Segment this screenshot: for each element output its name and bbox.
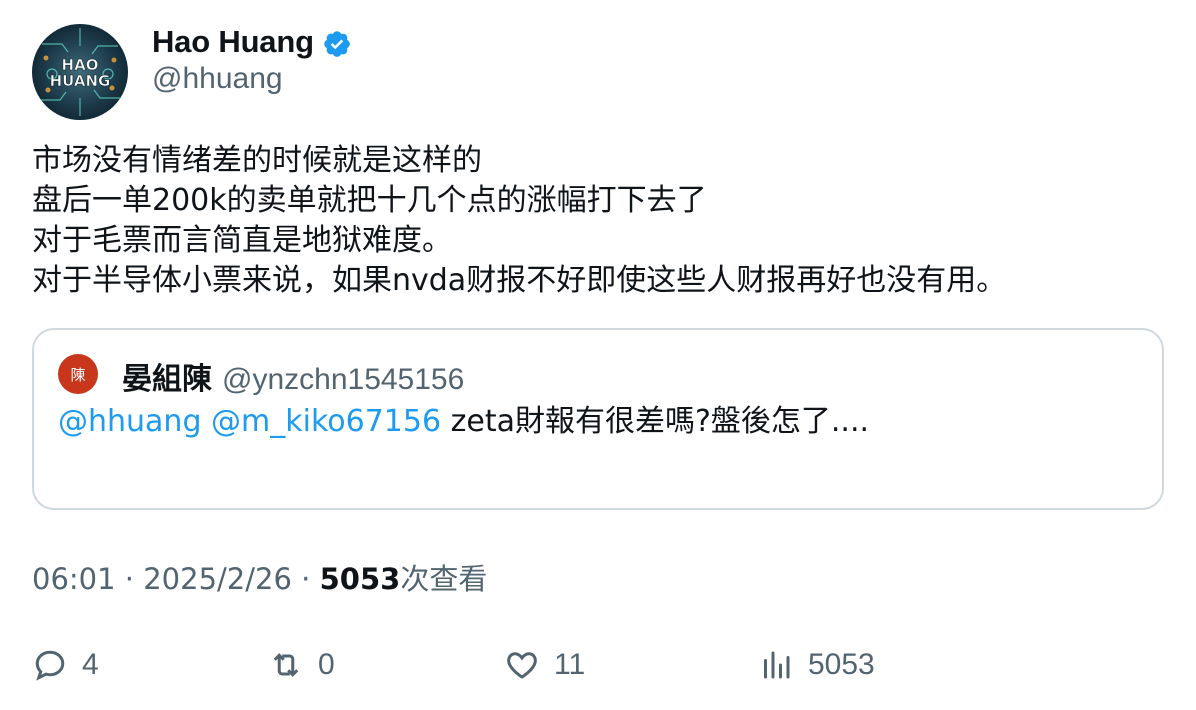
avatar-text-2: HUANG — [50, 72, 111, 90]
tweet-line: 对于毛票而言简直是地狱难度。 — [32, 223, 452, 258]
like-button[interactable]: 11 — [504, 640, 585, 690]
tweet-text: 市场没有情绪差的时候就是这样的 盘后一单200k的卖单就把十几个点的涨幅打下去了… — [32, 141, 1162, 301]
tweet-line: 市场没有情绪差的时候就是这样的 — [32, 143, 482, 178]
analytics-icon — [764, 651, 790, 679]
action-bar: 4 0 11 5053 — [32, 640, 1164, 690]
retweet-count: 0 — [318, 648, 335, 681]
quote-author-name[interactable]: 晏組陳 — [122, 354, 212, 398]
quote-text: @hhuang @m_kiko67156 zeta財報有很差嗎?盤後怎了.... — [58, 402, 869, 442]
reply-button[interactable]: 4 — [32, 640, 99, 690]
retweet-icon — [273, 653, 299, 677]
views-count: 5053 — [319, 562, 401, 596]
views-action-count: 5053 — [808, 648, 875, 681]
quote-author-avatar[interactable]: 陳 — [58, 354, 98, 394]
tweet-date[interactable]: 2025/2/26 — [143, 562, 292, 596]
mention-link[interactable]: @hhuang — [58, 404, 201, 439]
tweet-line: 对于半导体小票来说，如果nvda财报不好即使这些人财报再好也没有用。 — [32, 263, 1007, 298]
like-count: 11 — [554, 648, 586, 681]
views-label: 次查看 — [400, 562, 488, 596]
tweet-line: 盘后一单200k的卖单就把十几个点的涨幅打下去了 — [32, 183, 707, 218]
heart-icon — [507, 652, 537, 679]
quote-author-handle[interactable]: @ynzchn1545156 — [222, 363, 464, 397]
views-button[interactable]: 5053 — [758, 640, 875, 690]
author-avatar[interactable]: HAO HUANG — [32, 24, 128, 120]
avatar-image: HAO HUANG — [32, 24, 128, 120]
retweet-button[interactable]: 0 — [268, 640, 335, 690]
quote-body-text: zeta財報有很差嗎?盤後怎了.... — [450, 404, 870, 439]
reply-icon — [35, 650, 65, 681]
tweet-time[interactable]: 06:01 — [32, 562, 116, 596]
meta-separator: · — [301, 562, 311, 596]
meta-separator: · — [124, 562, 135, 596]
author-handle[interactable]: @hhuang — [152, 62, 352, 96]
author-block: Hao Huang @hhuang — [152, 22, 352, 96]
mention-link[interactable]: @m_kiko67156 — [211, 404, 441, 439]
verified-badge-icon[interactable] — [322, 29, 352, 59]
reply-count: 4 — [82, 648, 99, 681]
author-name[interactable]: Hao Huang — [152, 24, 314, 60]
tweet-meta: 06:01 · 2025/2/26 · 5053次查看 — [32, 556, 487, 598]
quoted-tweet[interactable]: 陳 晏組陳 @ynzchn1545156 @hhuang @m_kiko6715… — [32, 328, 1164, 510]
quote-header: 晏組陳 @ynzchn1545156 — [122, 354, 464, 398]
